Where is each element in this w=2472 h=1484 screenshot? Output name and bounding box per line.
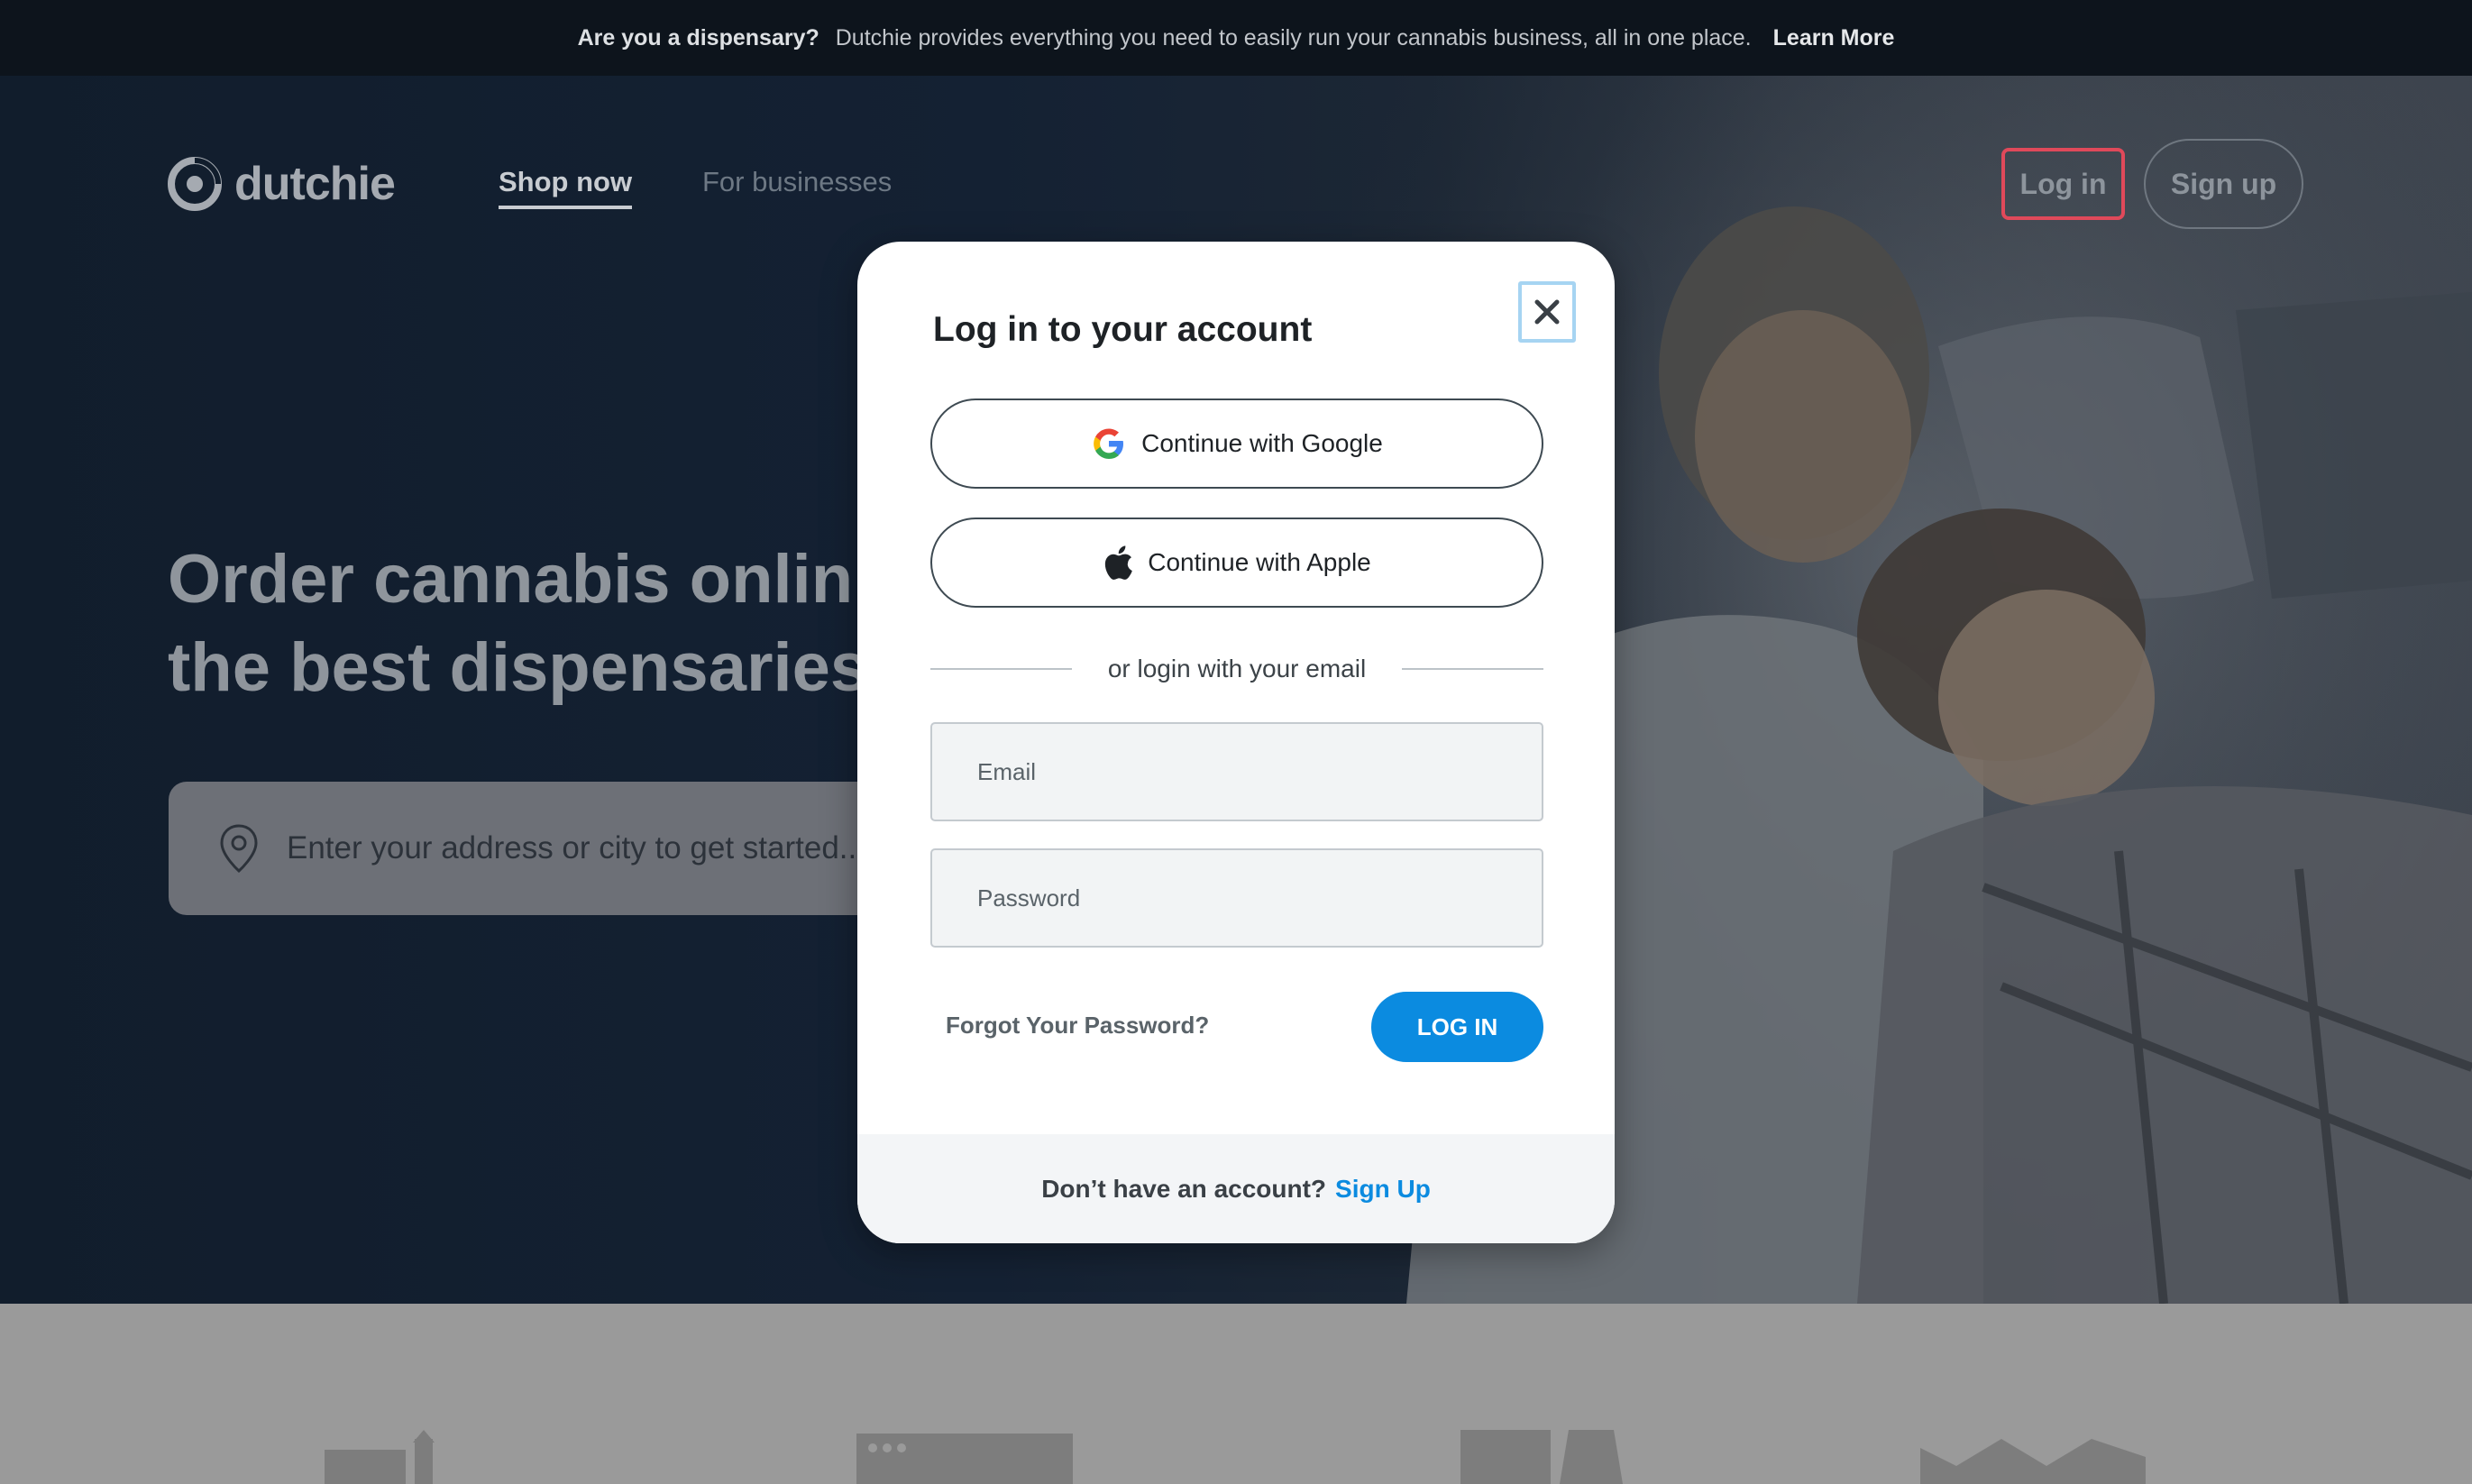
modal-footer: Don’t have an account? Sign Up [857, 1134, 1615, 1243]
google-button-label: Continue with Google [1141, 429, 1383, 457]
banner-question: Are you a dispensary? [577, 24, 819, 50]
apple-button-label: Continue with Apple [1148, 548, 1371, 576]
banner-message: Dutchie provides everything you need to … [835, 24, 1752, 50]
nav-for-businesses[interactable]: For businesses [702, 166, 892, 198]
hero-headline: Order cannabis onlin the best dispensari… [168, 536, 868, 712]
divider-line [930, 668, 1072, 670]
dutchie-logo[interactable]: dutchie [168, 157, 396, 211]
sign-up-link[interactable]: Sign Up [1335, 1175, 1431, 1204]
login-button[interactable]: Log in [2001, 148, 2125, 220]
feature-illustration [856, 1434, 1073, 1484]
continue-with-apple-button[interactable]: Continue with Apple [930, 518, 1543, 608]
login-modal: Log in to your account Continue with Goo… [857, 242, 1615, 1243]
dutchie-logo-icon [168, 157, 222, 211]
divider-text: or login with your email [1107, 655, 1367, 682]
email-placeholder: Email [977, 757, 1037, 785]
dispensary-banner: Are you a dispensary? Dutchie provides e… [0, 0, 2472, 76]
feature-illustration [325, 1430, 435, 1484]
learn-more-link[interactable]: Learn More [1773, 25, 1895, 51]
feature-illustration [1460, 1430, 1623, 1484]
location-pin-icon [220, 824, 258, 874]
feature-illustration [1920, 1439, 2146, 1484]
page: Are you a dispensary? Dutchie provides e… [0, 0, 2472, 1484]
forgot-password-link[interactable]: Forgot Your Password? [946, 1012, 1209, 1040]
password-field[interactable]: Password [930, 848, 1543, 948]
close-button[interactable] [1518, 281, 1576, 343]
submit-login-button[interactable]: LOG IN [1371, 992, 1543, 1062]
email-divider: or login with your email [930, 651, 1543, 687]
headline-line-2: the best dispensaries [168, 629, 869, 706]
divider-line [1402, 668, 1543, 670]
email-field[interactable]: Email [930, 722, 1543, 821]
password-placeholder: Password [977, 884, 1081, 911]
brand-name: dutchie [234, 158, 396, 210]
google-icon [1094, 428, 1124, 459]
apple-icon [1105, 545, 1133, 580]
close-icon [1534, 299, 1560, 325]
signup-button[interactable]: Sign up [2144, 139, 2303, 229]
features-section [0, 1304, 2472, 1484]
headline-line-1: Order cannabis onlin [168, 541, 854, 618]
nav-shop-now[interactable]: Shop now [499, 166, 633, 209]
continue-with-google-button[interactable]: Continue with Google [930, 398, 1543, 489]
modal-title: Log in to your account [933, 310, 1313, 349]
address-search-placeholder: Enter your address or city to get starte… [287, 830, 865, 866]
no-account-text: Don’t have an account? [1041, 1174, 1327, 1203]
